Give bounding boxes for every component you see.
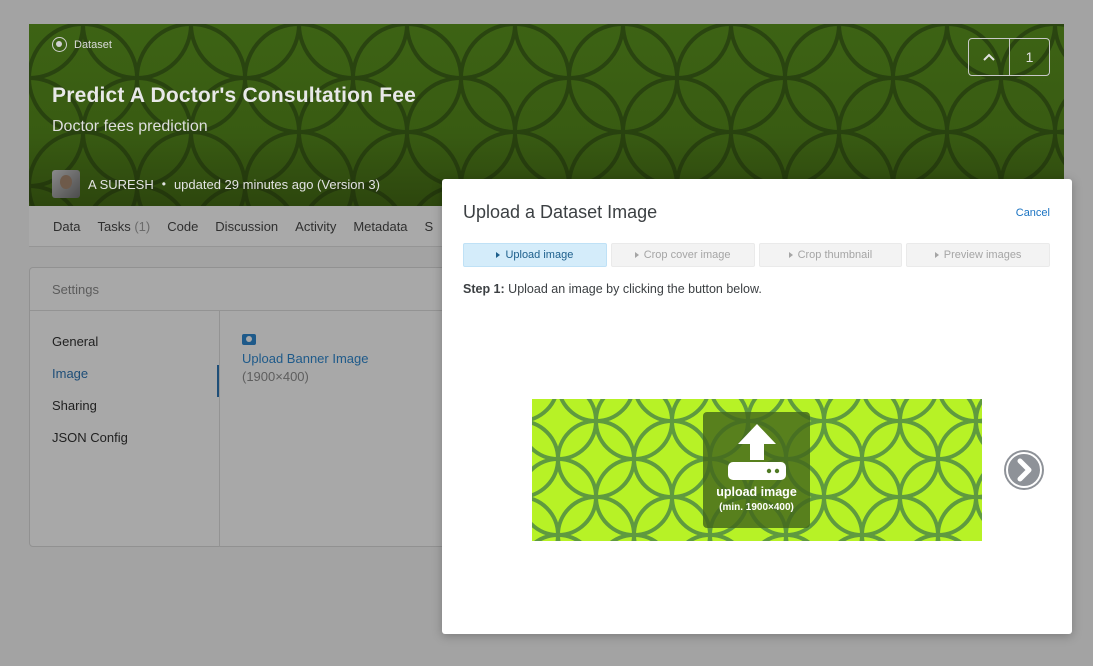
tab-data[interactable]: Data	[53, 219, 80, 234]
step-label: Upload image	[505, 249, 574, 261]
breadcrumb-label: Dataset	[74, 38, 112, 51]
avatar[interactable]	[52, 170, 80, 198]
settings-nav-general[interactable]: General	[30, 333, 219, 365]
cancel-button[interactable]: Cancel	[1016, 207, 1050, 219]
step-upload-image: Upload image	[463, 243, 607, 267]
tab-tasks[interactable]: Tasks (1)	[97, 219, 150, 234]
upload-icon	[727, 424, 786, 480]
vote-widget: 1	[968, 38, 1050, 76]
caret-right-icon	[788, 252, 793, 258]
caret-right-icon	[934, 252, 939, 258]
step-label: Preview images	[943, 249, 1022, 261]
chevron-right-icon	[1006, 452, 1042, 488]
upload-banner-link[interactable]: Upload Banner Image	[242, 351, 368, 366]
settings-nav-image[interactable]: Image	[30, 365, 219, 397]
tab-settings[interactable]: S	[425, 219, 434, 234]
image-preview-area: upload image (min. 1900×400)	[532, 399, 982, 541]
step-progress: Upload image Crop cover image Crop thumb…	[463, 243, 1050, 267]
page-title: Predict A Doctor's Consultation Fee	[52, 84, 416, 107]
upload-banner-section: Upload Banner Image (1900×400)	[242, 334, 368, 384]
step-crop-thumbnail: Crop thumbnail	[758, 243, 903, 267]
step-label: Crop thumbnail	[797, 249, 873, 261]
step-label: Crop cover image	[643, 249, 731, 261]
page-subtitle: Doctor fees prediction	[52, 118, 208, 135]
caret-right-icon	[496, 252, 501, 258]
step-description: Step 1: Upload an image by clicking the …	[463, 282, 762, 296]
tab-metadata[interactable]: Metadata	[353, 219, 407, 234]
tab-discussion[interactable]: Discussion	[215, 219, 278, 234]
settings-nav: General Image Sharing JSON Config	[30, 311, 220, 547]
tab-activity[interactable]: Activity	[295, 219, 336, 234]
upload-image-modal: Upload a Dataset Image Cancel Upload ima…	[442, 179, 1072, 634]
camera-icon[interactable]	[242, 334, 256, 345]
upload-min-size: (min. 1900×400)	[719, 502, 794, 513]
upload-image-button[interactable]: upload image (min. 1900×400)	[703, 412, 810, 528]
separator-dot: •	[161, 177, 166, 191]
step-prefix: Step 1:	[463, 282, 505, 296]
caret-right-icon	[634, 252, 639, 258]
step-preview-images: Preview images	[906, 243, 1050, 267]
upvote-button[interactable]	[969, 39, 1010, 75]
step-text: Upload an image by clicking the button b…	[508, 282, 762, 296]
tab-tasks-count: (1)	[134, 218, 151, 234]
breadcrumb[interactable]: Dataset	[52, 37, 112, 52]
next-step-button[interactable]	[1004, 450, 1044, 490]
chevron-up-icon	[983, 53, 995, 61]
vote-count: 1	[1025, 49, 1034, 65]
author-name[interactable]: A SURESH	[88, 177, 154, 192]
settings-nav-json-config[interactable]: JSON Config	[30, 429, 219, 461]
step-crop-cover-image: Crop cover image	[610, 243, 755, 267]
modal-title: Upload a Dataset Image	[463, 202, 658, 222]
byline: A SURESH • updated 29 minutes ago (Versi…	[52, 170, 380, 198]
updated-text: updated 29 minutes ago (Version 3)	[173, 176, 380, 192]
dataset-icon	[52, 37, 67, 52]
upload-image-label: upload image	[716, 485, 797, 499]
tab-code[interactable]: Code	[167, 219, 198, 234]
settings-nav-sharing[interactable]: Sharing	[30, 397, 219, 429]
upload-banner-size: (1900×400)	[242, 369, 309, 384]
